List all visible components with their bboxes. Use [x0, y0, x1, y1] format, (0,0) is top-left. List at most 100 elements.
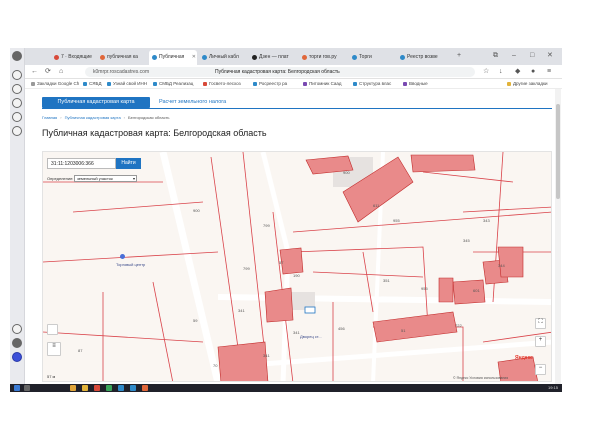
tab-cadastral-map[interactable]: Публичная кадастровая карта — [42, 97, 150, 108]
start-icon[interactable] — [14, 385, 20, 391]
tab-strip: 7 · Входящие публичная ка Публичная ✕ Ли… — [25, 48, 562, 65]
profile-icon[interactable]: ● — [531, 67, 535, 77]
fullscreen-icon: ⛶ — [538, 319, 543, 325]
zoom-out-icon: − — [538, 365, 543, 371]
home-icon[interactable]: ⌂ — [59, 67, 63, 77]
app-icon[interactable] — [106, 385, 112, 391]
bookmark-8-label: Вводные — [409, 81, 428, 86]
assistant-icon[interactable] — [12, 338, 22, 348]
bookmark-0-label: Закладки Google Ch — [37, 81, 80, 86]
back-icon[interactable]: ← — [31, 67, 38, 77]
page-title: Публичная кадастровая карта: Белгородска… — [42, 128, 267, 138]
svg-text:955: 955 — [393, 218, 400, 223]
map-tool-button[interactable] — [47, 324, 58, 335]
avatar-icon[interactable] — [12, 51, 22, 61]
bookmark-other-label: Другие закладки — [513, 81, 548, 86]
bookmark-star-icon[interactable]: ☆ — [483, 67, 489, 77]
explorer-icon[interactable] — [70, 385, 76, 391]
favicon-icon — [400, 55, 405, 60]
close-tab-icon[interactable]: ✕ — [192, 50, 196, 65]
cadastral-search-input[interactable]: 31:11:1203006:366 — [47, 158, 116, 169]
app-icon[interactable] — [118, 385, 124, 391]
menu-icon[interactable]: ≡ — [547, 67, 551, 77]
tab-0[interactable]: 7 · Входящие — [51, 50, 95, 65]
cadastral-map[interactable]: 900 799 900 611 57 351 955 345 955 799 341 341 4… — [42, 151, 552, 382]
chevron-down-icon: ▾ — [132, 176, 135, 181]
bookmark-6[interactable]: Питомник Саад — [303, 79, 342, 89]
breadcrumb-home[interactable]: Главная — [42, 115, 57, 120]
breadcrumb-map[interactable]: Публичная кадастровая карта — [65, 115, 121, 120]
page-scrollbar[interactable] — [555, 89, 561, 384]
bookmark-favicon-icon — [203, 82, 207, 86]
bookmark-1-label: СЯБД — [89, 81, 102, 86]
add-icon[interactable] — [12, 324, 22, 334]
bookmark-8[interactable]: Вводные — [403, 79, 428, 89]
tab-1[interactable]: публичная ка — [97, 50, 147, 65]
search-icon[interactable] — [24, 385, 30, 391]
maximize-icon[interactable]: □ — [530, 50, 534, 62]
bookmark-other[interactable]: Другие закладки — [507, 79, 547, 89]
app-icon[interactable] — [142, 385, 148, 391]
bookmark-1[interactable]: СЯБД — [83, 79, 102, 89]
play-icon[interactable] — [12, 98, 22, 108]
tab-4-label: Дзен — плат — [259, 54, 289, 60]
bookmark-3[interactable]: СМБД Реализац — [153, 79, 193, 89]
downloads-icon[interactable]: ↓ — [499, 67, 503, 77]
bookmark-4[interactable]: Госвето-лесхоз — [203, 79, 241, 89]
alice-icon[interactable] — [12, 352, 22, 362]
reload-icon[interactable]: ⟳ — [45, 67, 51, 77]
define-label: Определение: — [47, 176, 74, 181]
bookmark-favicon-icon — [403, 82, 407, 86]
bookmark-icon[interactable] — [12, 70, 22, 80]
breadcrumb-separator: › — [60, 115, 62, 120]
bookmark-7[interactable]: Структура влас — [353, 79, 391, 89]
settings-icon[interactable] — [12, 126, 22, 136]
tab-1-label: публичная ка — [107, 54, 138, 60]
favicon-icon — [100, 55, 105, 60]
history-icon[interactable] — [12, 84, 22, 94]
layers-button[interactable]: ≡ — [47, 342, 61, 356]
extensions-icon[interactable]: ◆ — [515, 67, 520, 77]
word-icon[interactable] — [130, 385, 136, 391]
svg-text:57: 57 — [279, 260, 284, 265]
svg-text:341: 341 — [238, 308, 245, 313]
scrollbar-thumb[interactable] — [556, 104, 560, 199]
browser-sidebar — [10, 48, 25, 392]
bookmark-5[interactable]: Росреестр ра — [253, 79, 287, 89]
tabs-menu-icon[interactable]: ⧉ — [493, 50, 498, 62]
fullscreen-button[interactable]: ⛶ — [535, 318, 546, 329]
browser-icon[interactable] — [94, 385, 100, 391]
bookmark-4-label: Госвето-лесхоз — [209, 81, 241, 86]
tab-6[interactable]: Торги — [349, 50, 395, 65]
svg-text:87: 87 — [78, 348, 83, 353]
close-window-icon[interactable]: ✕ — [547, 50, 553, 62]
address-bar-row: ← ⟳ ⌂ k0mrpr.roscadastres.com Публичная … — [25, 65, 562, 79]
favicon-icon — [252, 55, 257, 60]
os-taskbar: 19:15 — [10, 384, 562, 392]
map-copyright[interactable]: © Яндекс Условия использования — [453, 376, 508, 380]
address-bar[interactable]: k0mrpr.roscadastres.com Публичная кадаст… — [85, 67, 475, 77]
tab-3[interactable]: Личный кабл — [199, 50, 247, 65]
zoom-in-button[interactable]: + — [535, 336, 546, 347]
object-type-select[interactable]: земельный участок ▾ — [74, 175, 137, 182]
search-button[interactable]: Найти — [116, 158, 141, 169]
bookmark-0[interactable]: Закладки Google Ch — [31, 79, 79, 89]
tab-4[interactable]: Дзен — плат — [249, 50, 297, 65]
svg-text:345: 345 — [463, 238, 470, 243]
new-tab-icon[interactable]: + — [457, 50, 461, 62]
minimize-icon[interactable]: – — [512, 50, 516, 62]
svg-text:799: 799 — [243, 266, 250, 271]
bookmark-2[interactable]: Узнай свой ИНН — [107, 79, 147, 89]
zoom-out-button[interactable]: − — [535, 364, 546, 375]
place-pin-icon[interactable] — [120, 254, 125, 259]
tab-0-label: 7 · Входящие — [61, 54, 92, 60]
tab-2[interactable]: Публичная ✕ — [149, 50, 197, 65]
tab-7[interactable]: Реестр возве — [397, 50, 451, 65]
bookmark-2-label: Узнай свой ИНН — [113, 81, 148, 86]
zoom-in-icon: + — [538, 337, 543, 343]
tab-land-tax[interactable]: Расчет земельного налога — [159, 97, 226, 108]
app-icon[interactable] — [82, 385, 88, 391]
tab-5[interactable]: торги гов.ру — [299, 50, 347, 65]
mail-icon[interactable] — [12, 112, 22, 122]
url-text: k0mrpr.roscadastres.com — [93, 69, 150, 75]
